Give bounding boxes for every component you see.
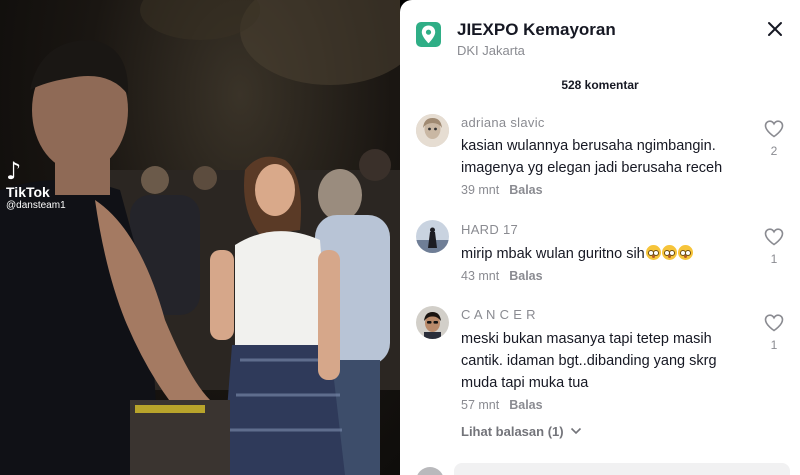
comment-item: C A N C E R meski bukan masanya tapi tet… — [400, 303, 800, 415]
reply-button[interactable]: Balas — [509, 183, 542, 197]
comment-item: adriana slavic kasian wulannya berusaha … — [400, 112, 800, 202]
like-button[interactable]: 1 — [764, 228, 784, 266]
comment-meta: 43 mnt Balas — [461, 269, 543, 283]
like-count: 1 — [770, 252, 778, 266]
comments-panel: JIEXPO Kemayoran DKI Jakarta 528 komenta… — [400, 0, 800, 475]
tiktok-watermark: ♪ TikTok @dansteam1 — [6, 158, 66, 211]
comment-text: meski bukan masanya tapi tetep masih can… — [461, 331, 717, 391]
comment-item: HARD 17 mirip mbak wulan guritno sih 43 … — [400, 218, 800, 288]
tiktok-logo-icon: ♪ — [6, 157, 22, 185]
flushed-face-emoji-icon — [661, 245, 677, 260]
like-button[interactable]: 1 — [764, 314, 784, 352]
avatar[interactable] — [416, 220, 449, 253]
video-player[interactable]: ♪ TikTok @dansteam1 — [0, 0, 400, 475]
chevron-down-icon — [571, 427, 582, 435]
flushed-face-emoji-icon — [677, 245, 693, 260]
heart-icon — [764, 120, 784, 138]
like-count: 2 — [770, 144, 778, 158]
comment-meta: 39 mnt Balas — [461, 183, 543, 197]
comment-meta: 57 mnt Balas — [461, 398, 543, 412]
location-title[interactable]: JIEXPO Kemayoran — [457, 20, 616, 40]
comment-text: mirip mbak wulan guritno sih — [461, 243, 751, 265]
comment-input-bar — [400, 455, 800, 475]
comment-username[interactable]: HARD 17 — [461, 222, 518, 237]
avatar[interactable] — [416, 306, 449, 339]
close-icon — [768, 22, 782, 36]
view-replies-button[interactable]: Lihat balasan (1) — [461, 424, 582, 439]
close-button[interactable] — [764, 18, 786, 40]
user-avatar — [416, 467, 444, 475]
concert-video-frame — [0, 0, 400, 475]
comment-time: 39 mnt — [461, 183, 500, 197]
comment-text-body: mirip mbak wulan guritno sih — [461, 246, 645, 262]
comment-text: kasian wulannya berusaha ngimbangin. ima… — [461, 138, 723, 176]
flushed-face-emoji-icon — [645, 245, 661, 260]
comment-count: 528 komentar — [561, 78, 639, 92]
watermark-handle: @dansteam1 — [6, 200, 66, 211]
watermark-name: TikTok — [6, 184, 50, 200]
comment-username[interactable]: C A N C E R — [461, 307, 536, 322]
location-pin-icon — [416, 22, 441, 47]
comment-input[interactable] — [454, 463, 790, 475]
reply-button[interactable]: Balas — [509, 398, 542, 412]
like-count: 1 — [770, 338, 778, 352]
view-replies-label: Lihat balasan (1) — [461, 424, 564, 439]
like-button[interactable]: 2 — [764, 120, 784, 158]
comment-time: 57 mnt — [461, 398, 500, 412]
comment-username[interactable]: adriana slavic — [461, 115, 545, 130]
location-subtitle: DKI Jakarta — [457, 43, 525, 58]
heart-icon — [764, 314, 784, 332]
heart-icon — [764, 228, 784, 246]
reply-button[interactable]: Balas — [509, 269, 542, 283]
comment-time: 43 mnt — [461, 269, 500, 283]
avatar[interactable] — [416, 114, 449, 147]
